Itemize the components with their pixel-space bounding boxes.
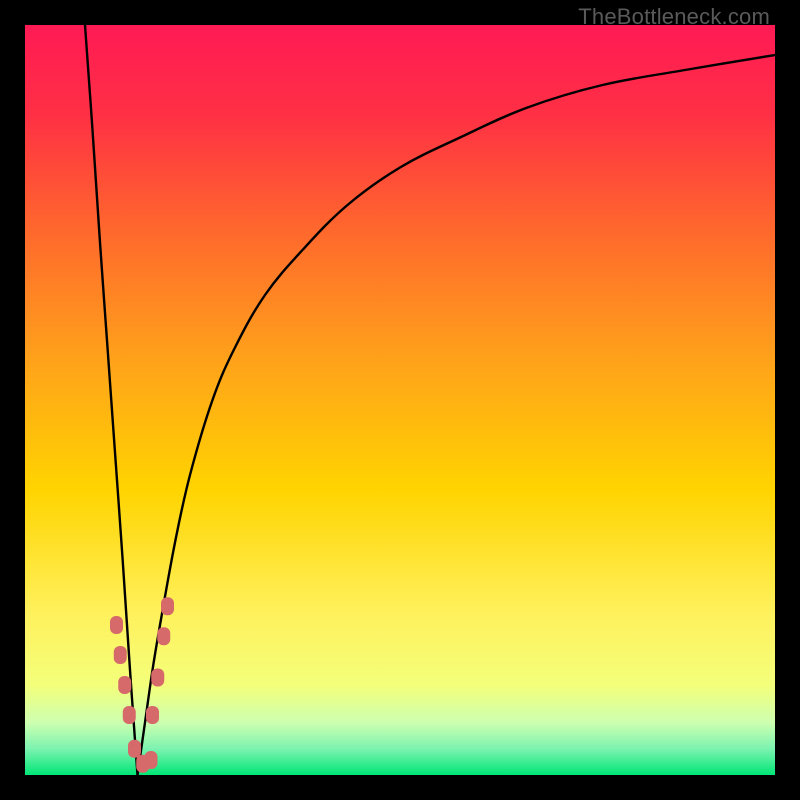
data-marker [123,706,136,724]
data-marker [110,616,123,634]
data-marker [128,740,141,758]
curve-layer [25,25,775,775]
chart-frame: TheBottleneck.com [0,0,800,800]
data-marker [146,706,159,724]
data-marker [161,597,174,615]
data-marker [157,627,170,645]
data-marker [118,676,131,694]
plot-area [25,25,775,775]
curve-left-branch [85,25,138,775]
data-marker [145,751,158,769]
data-marker [151,669,164,687]
curve-right-branch [138,55,776,775]
data-marker [114,646,127,664]
